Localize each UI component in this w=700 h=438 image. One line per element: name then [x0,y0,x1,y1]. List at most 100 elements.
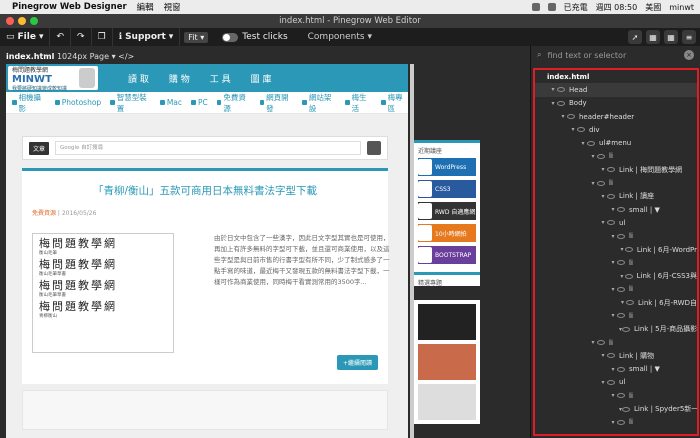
eye-icon[interactable] [587,140,595,146]
subnav-item[interactable]: 網站架設 [302,92,336,114]
support-menu-button[interactable]: ℹ Support ▾ [113,28,181,46]
disclosure-icon[interactable]: ▾ [569,126,577,133]
eye-icon[interactable] [557,87,565,93]
tree-row[interactable]: ▾ Link | 6月-CSS3與 [535,269,697,282]
disclosure-icon[interactable]: ▾ [589,180,597,187]
tree-row[interactable]: ▾ small | ▼ [535,203,697,216]
tree-row[interactable]: ▾ div [535,123,697,136]
tree-row[interactable]: ▾ li [535,336,697,349]
subnav-item[interactable]: 網頁開發 [259,92,294,114]
status-icon[interactable] [531,3,540,11]
tree-row[interactable]: ▾ li [535,283,697,296]
clock[interactable]: 週四 08:50 [596,2,638,13]
tree-row[interactable]: ▾ Link | 6月-RWD自 [535,296,697,309]
eye-icon[interactable] [624,273,633,279]
feature-image[interactable] [418,344,476,380]
grid-icon[interactable]: ▦ [664,30,678,44]
article-title[interactable]: 「青柳/衡山」五款可商用日本無料書法字型下載 [32,183,378,198]
tree-row[interactable]: ▾ Head [535,83,697,97]
tree-search-input[interactable]: find text or selector [547,51,626,60]
eye-icon[interactable] [577,127,585,133]
page-size[interactable]: 1024px [57,52,87,61]
eye-icon[interactable] [624,247,633,252]
disclosure-icon[interactable]: ▾ [609,419,617,426]
tree-row[interactable]: ▾ li [535,176,697,189]
eye-icon[interactable] [607,167,615,173]
tree-row[interactable]: ▾ ul [535,376,697,389]
tree-row[interactable]: ▾ ul [535,216,697,229]
disclosure-icon[interactable]: ▾ [619,299,626,306]
tree-row[interactable]: ▾ li [535,416,697,429]
tree-row[interactable]: ▾ Link | 購物 [535,349,697,362]
disclosure-icon[interactable]: ▾ [589,339,597,346]
tree-row[interactable]: ▾ ul#menu [535,136,697,149]
disclosure-icon[interactable]: ▾ [599,193,607,200]
nav-item[interactable]: 讀 取 [128,72,149,85]
eye-icon[interactable] [617,207,625,213]
disclosure-icon[interactable]: ▾ [549,86,557,93]
language[interactable]: 美國 [645,2,661,13]
disclosure-icon[interactable]: ▾ [609,366,617,373]
eye-icon[interactable] [607,193,615,199]
eye-icon[interactable] [607,379,615,385]
subnav-item[interactable]: 智慧型裝置 [110,92,151,114]
page-menu[interactable]: Page [90,52,109,61]
tree-row[interactable]: ▾ Link | Spyder5新一 [535,402,697,415]
tree-row[interactable]: ▾ Link | 6月-WordPr [535,243,697,256]
disclosure-icon[interactable]: ▾ [609,259,617,266]
test-clicks-toggle[interactable] [222,32,239,42]
eye-icon[interactable] [567,114,575,120]
eye-icon[interactable] [617,260,625,266]
menu-window[interactable]: 視窗 [164,1,181,13]
fit-select[interactable]: Fit ▾ [184,31,209,43]
disclosure-icon[interactable]: ▾ [609,312,617,319]
menu-edit[interactable]: 編輯 [137,1,154,13]
cc-zero-image[interactable] [418,304,476,340]
disclosure-icon[interactable]: ▾ [609,206,617,213]
disclosure-icon[interactable]: ▾ [549,100,557,107]
subnav-item[interactable]: 梅專區 [381,92,408,114]
tree-row[interactable]: ▾ li [535,230,697,243]
nav-item[interactable]: 購 物 [169,72,190,85]
components-menu[interactable]: Components ▾ [308,32,372,42]
eye-icon[interactable] [617,233,625,239]
rocket-icon[interactable]: ➚ [628,30,642,44]
eye-icon[interactable] [617,366,625,372]
eye-icon[interactable] [607,220,615,226]
tree-row[interactable]: ▾ small | ▼ [535,363,697,376]
zoom-window-button[interactable] [30,17,38,25]
disclosure-icon[interactable]: ▾ [609,286,617,293]
user-name[interactable]: minwt [669,3,694,12]
duplicate-button[interactable]: ❐ [92,28,113,46]
search-button[interactable] [367,141,381,155]
file-menu-button[interactable]: ▭ File ▾ [0,28,51,46]
preview-scrollbar[interactable] [410,64,414,438]
eye-icon[interactable] [617,419,625,425]
subnav-item[interactable]: 免費資源 [216,92,251,114]
subnav-item[interactable]: 相機攝影 [12,92,46,114]
ad-item[interactable]: BOOTSTRAP [418,246,476,264]
tree-row[interactable]: index.html [535,70,697,83]
eye-icon[interactable] [622,326,631,332]
eye-icon[interactable] [625,300,634,306]
tree-row[interactable]: ▾ Link | 梅問題教學網 [535,163,697,176]
feature-image[interactable] [418,384,476,420]
battery-text[interactable]: 已充電 [564,2,588,13]
page-tab[interactable]: index.html 1024px Page ▾ </> [6,52,134,61]
eye-icon[interactable] [597,180,605,186]
ad-item[interactable]: RWD 自適應網 [418,202,476,220]
eye-icon[interactable] [617,313,625,319]
search-category[interactable]: 文章 [29,141,50,155]
tree-row[interactable]: ▾ Body [535,97,697,110]
eye-icon[interactable] [607,353,615,359]
read-more-button[interactable]: +繼續閱讀 [336,355,378,370]
subnav-item[interactable]: Photoshop [54,98,101,107]
tree-row[interactable]: ▾ header#header [535,110,697,123]
disclosure-icon[interactable]: ▾ [599,379,607,386]
search-input[interactable]: Google 自訂搜尋 [55,141,361,155]
tree-row[interactable]: ▾ li [535,150,697,163]
disclosure-icon[interactable]: ▾ [559,113,567,120]
eye-icon[interactable] [597,340,605,346]
menu-icon[interactable]: ≡ [682,30,696,44]
eye-icon[interactable] [557,100,565,106]
